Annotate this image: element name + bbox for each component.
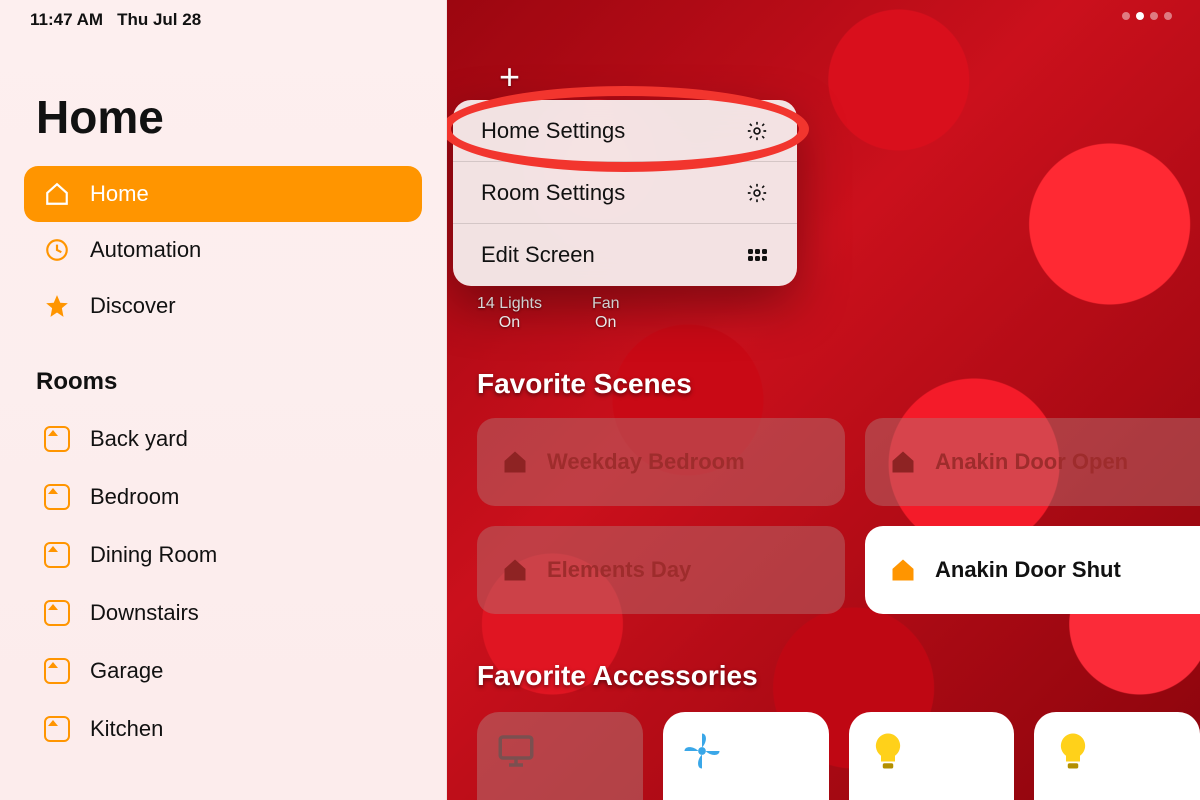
sidebar: 11:47 AM Thu Jul 28 Home Home Automation…: [0, 0, 447, 800]
status-chip-line2: On: [477, 313, 542, 332]
scene-label: Weekday Bedroom: [547, 449, 745, 475]
scene-tile[interactable]: Anakin Door Open: [865, 418, 1200, 506]
home-icon: [501, 556, 529, 584]
room-item-label: Back yard: [90, 426, 188, 452]
accessory-tile[interactable]: [663, 712, 829, 800]
room-icon: [44, 600, 70, 626]
home-icon: [44, 181, 70, 207]
nav-item-automation[interactable]: Automation: [24, 222, 422, 278]
nav-item-label: Home: [90, 181, 149, 207]
clock-icon: [44, 237, 70, 263]
page-indicator[interactable]: [1122, 12, 1172, 20]
room-item-dining-room[interactable]: Dining Room: [24, 526, 422, 584]
nav-item-discover[interactable]: Discover: [24, 278, 422, 334]
menu-item-label: Room Settings: [481, 180, 625, 206]
accessory-tile[interactable]: [1034, 712, 1200, 800]
room-icon: [44, 426, 70, 452]
star-icon: [44, 293, 70, 319]
nav-item-label: Discover: [90, 293, 176, 319]
status-bar: 11:47 AM Thu Jul 28: [24, 0, 422, 30]
scene-tile[interactable]: Anakin Door Shut: [865, 526, 1200, 614]
status-chip-line2: On: [592, 313, 620, 332]
status-time: 11:47 AM: [30, 10, 103, 30]
gear-icon: [745, 119, 769, 143]
room-icon: [44, 716, 70, 742]
room-item-bedroom[interactable]: Bedroom: [24, 468, 422, 526]
home-icon: [501, 448, 529, 476]
menu-item-label: Home Settings: [481, 118, 625, 144]
scene-tile[interactable]: Elements Day: [477, 526, 845, 614]
accessories-section-title: Favorite Accessories: [477, 660, 758, 692]
primary-nav: Home Automation Discover: [24, 166, 422, 334]
menu-item-room-settings[interactable]: Room Settings: [453, 162, 797, 224]
page-title: Home: [24, 90, 422, 144]
room-icon: [44, 542, 70, 568]
room-icon: [44, 484, 70, 510]
status-chip-lights[interactable]: 14 Lights On: [477, 294, 542, 332]
scene-label: Anakin Door Shut: [935, 557, 1121, 583]
room-item-label: Garage: [90, 658, 163, 684]
add-menu-popover: Home Settings Room Settings Edit Screen: [453, 100, 797, 286]
bulb-icon: [867, 730, 909, 772]
status-chip-fan[interactable]: Fan On: [592, 294, 620, 332]
scene-tile[interactable]: Weekday Bedroom: [477, 418, 845, 506]
nav-item-home[interactable]: Home: [24, 166, 422, 222]
room-icon: [44, 658, 70, 684]
status-date: Thu Jul 28: [117, 10, 201, 30]
accessory-tile[interactable]: [849, 712, 1015, 800]
main-content: + Home Settings Room Settings Edit Scree…: [447, 0, 1200, 800]
home-icon: [889, 556, 917, 584]
scenes-section-title: Favorite Scenes: [477, 368, 692, 400]
room-item-downstairs[interactable]: Downstairs: [24, 584, 422, 642]
fan-icon: [681, 730, 723, 772]
add-button[interactable]: +: [499, 56, 520, 98]
scene-label: Anakin Door Open: [935, 449, 1128, 475]
room-item-label: Downstairs: [90, 600, 199, 626]
menu-item-edit-screen[interactable]: Edit Screen: [453, 224, 797, 286]
nav-item-label: Automation: [90, 237, 201, 263]
rooms-header: Rooms: [24, 368, 422, 396]
tv-icon: [495, 730, 537, 772]
scenes-grid: Weekday Bedroom Anakin Door Open Element…: [477, 418, 1200, 614]
status-chip-line1: 14 Lights: [477, 294, 542, 313]
status-chips: 14 Lights On Fan On: [477, 294, 620, 332]
accessory-tile[interactable]: [477, 712, 643, 800]
room-item-back-yard[interactable]: Back yard: [24, 410, 422, 468]
accessories-row: [477, 712, 1200, 800]
status-chip-line1: Fan: [592, 294, 620, 313]
room-item-label: Dining Room: [90, 542, 217, 568]
home-icon: [889, 448, 917, 476]
bulb-icon: [1052, 730, 1094, 772]
grid-icon: [745, 243, 769, 267]
menu-item-label: Edit Screen: [481, 242, 595, 268]
room-item-label: Bedroom: [90, 484, 179, 510]
room-item-kitchen[interactable]: Kitchen: [24, 700, 422, 758]
gear-icon: [745, 181, 769, 205]
rooms-list: Back yard Bedroom Dining Room Downstairs…: [24, 410, 422, 758]
scene-label: Elements Day: [547, 557, 691, 583]
room-item-label: Kitchen: [90, 716, 163, 742]
room-item-garage[interactable]: Garage: [24, 642, 422, 700]
menu-item-home-settings[interactable]: Home Settings: [453, 100, 797, 162]
